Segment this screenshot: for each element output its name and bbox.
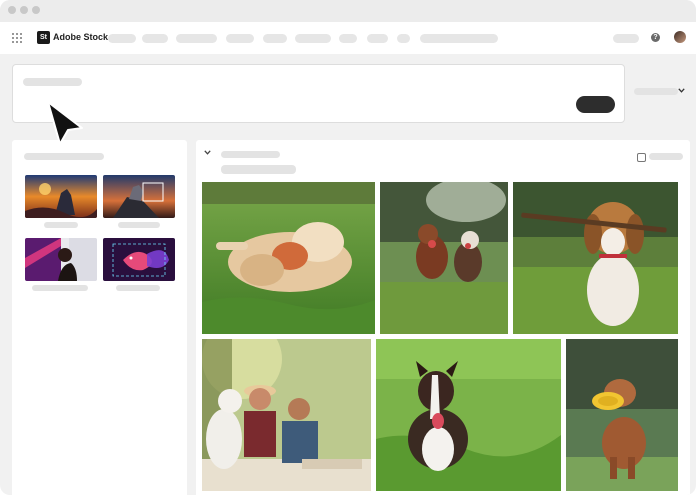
brand-name[interactable]: Adobe Stock [53, 31, 108, 44]
apps-grid-icon[interactable] [12, 33, 22, 43]
nav-item-placeholder[interactable] [176, 34, 217, 43]
results-heading-placeholder [221, 151, 280, 158]
chevron-down-icon[interactable] [204, 148, 211, 157]
photo-dog-with-frisbee[interactable] [566, 339, 678, 491]
checkbox-icon[interactable] [637, 153, 646, 162]
thumbnail-caption-placeholder [44, 222, 78, 228]
nav-item-placeholder[interactable] [226, 34, 254, 43]
photo-beagle-with-stick[interactable] [513, 182, 678, 334]
panel-heading-placeholder [24, 153, 104, 160]
thumbnail-caption-placeholder [118, 222, 160, 228]
results-subheading-placeholder [221, 165, 296, 174]
browser-window: St Adobe Stock ? [0, 0, 696, 495]
window-titlebar [0, 0, 696, 23]
search-input[interactable] [12, 64, 625, 123]
window-close-dot[interactable] [8, 6, 16, 14]
photo-border-collie-in-grass[interactable] [376, 339, 561, 491]
nav-item-placeholder[interactable] [108, 34, 136, 43]
nav-item-placeholder[interactable] [420, 34, 498, 43]
search-scope-dropdown[interactable] [634, 88, 678, 95]
nav-signin-placeholder[interactable] [613, 34, 639, 43]
nav-item-placeholder[interactable] [263, 34, 287, 43]
thumbnail-fantasy-wolf-sunset[interactable] [25, 175, 97, 218]
search-placeholder-text [23, 78, 82, 86]
thumbnail-wolf-on-rock[interactable] [103, 175, 175, 218]
window-zoom-dot[interactable] [32, 6, 40, 14]
chevron-down-icon[interactable] [678, 86, 685, 95]
nav-item-placeholder[interactable] [295, 34, 331, 43]
user-avatar[interactable] [674, 31, 686, 43]
cursor-arrow-icon [44, 100, 88, 151]
nav-item-placeholder[interactable] [142, 34, 168, 43]
thumbnail-caption-placeholder [32, 285, 88, 291]
adobe-stock-logo[interactable]: St [37, 31, 50, 44]
photo-two-puppies-running[interactable] [380, 182, 508, 334]
photo-golden-retriever-rolling-with-toy[interactable] [202, 182, 375, 334]
help-icon[interactable]: ? [651, 33, 660, 42]
thumbnail-betta-fish[interactable] [103, 238, 175, 281]
nav-item-placeholder[interactable] [367, 34, 388, 43]
nav-item-placeholder[interactable] [339, 34, 357, 43]
search-button[interactable] [576, 96, 615, 113]
photo-couple-with-dog-picnic[interactable] [202, 339, 371, 491]
thumbnail-woman-profile-purple[interactable] [25, 238, 97, 281]
nav-item-placeholder[interactable] [397, 34, 410, 43]
select-all-label-placeholder [649, 153, 683, 160]
thumbnail-caption-placeholder [116, 285, 160, 291]
window-minimize-dot[interactable] [20, 6, 28, 14]
